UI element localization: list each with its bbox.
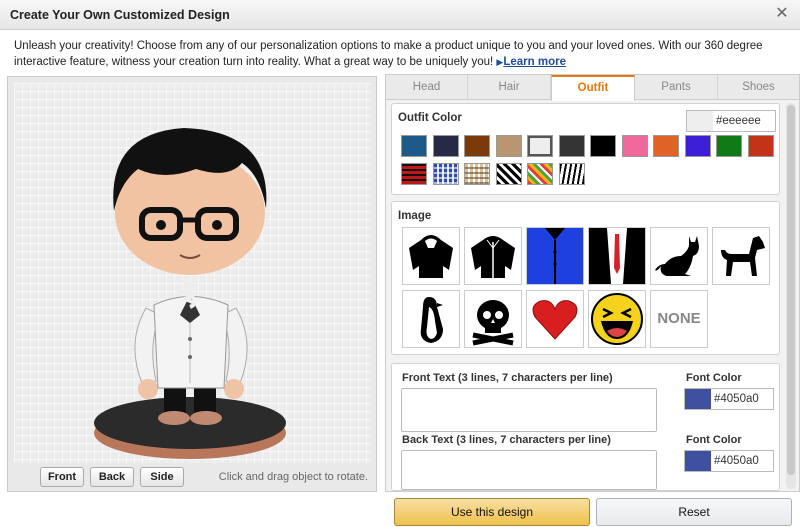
- use-design-button[interactable]: Use this design: [394, 498, 590, 526]
- blue-suit-icon: [527, 228, 583, 284]
- back-font-color-chip: [685, 451, 711, 471]
- front-font-color-label: Font Color: [686, 372, 742, 384]
- category-tabs: Head Hair Outfit Pants Shoes: [386, 75, 799, 101]
- view-toolbar: Front Back Side Click and drag object to…: [8, 465, 376, 491]
- color-swatch[interactable]: [653, 135, 679, 157]
- text-section: Front Text (3 lines, 7 characters per li…: [391, 363, 780, 491]
- dog-option[interactable]: [712, 227, 770, 285]
- bobblehead-figure: [94, 128, 286, 459]
- tuxedo-option[interactable]: [588, 227, 646, 285]
- intro-description: Unleash your creativity! Choose from any…: [14, 40, 763, 68]
- front-font-color-chip: [685, 389, 711, 409]
- laughing-face-option[interactable]: [588, 290, 646, 348]
- outfit-color-chip: [687, 111, 713, 131]
- front-view-button[interactable]: Front: [40, 467, 84, 487]
- preview-panel: Front Back Side Click and drag object to…: [7, 76, 377, 492]
- back-text-input[interactable]: [401, 450, 657, 490]
- color-swatch[interactable]: [747, 135, 774, 157]
- panel-scrollbar[interactable]: [786, 103, 796, 489]
- front-text-label: Front Text (3 lines, 7 characters per li…: [402, 372, 613, 384]
- penguin-icon: [420, 297, 443, 343]
- color-swatch[interactable]: [527, 135, 553, 157]
- jacket-icon: [471, 236, 515, 278]
- outfit-color-hex: #eeeeee: [716, 115, 761, 127]
- cat-icon: [655, 236, 699, 276]
- cat-option[interactable]: [650, 227, 708, 285]
- scrollbar-thumb[interactable]: [787, 105, 795, 475]
- side-view-button[interactable]: Side: [140, 467, 184, 487]
- outfit-color-value[interactable]: #eeeeee: [686, 110, 776, 132]
- reset-button[interactable]: Reset: [596, 498, 792, 526]
- blue-suit-option[interactable]: [526, 227, 584, 285]
- front-text-input[interactable]: [401, 388, 657, 432]
- heart-option[interactable]: [526, 290, 584, 348]
- front-font-color-value[interactable]: #4050a0: [684, 388, 774, 410]
- outfit-color-section: Outfit Color #eeeeee: [391, 103, 780, 195]
- stripes-rainbow-swatch[interactable]: [527, 163, 553, 185]
- laughing-face-icon: [591, 293, 643, 345]
- heart-icon: [532, 300, 578, 340]
- back-font-color-label: Font Color: [686, 434, 742, 446]
- back-view-button[interactable]: Back: [90, 467, 134, 487]
- skull-crossbones-icon: [472, 300, 514, 346]
- skull-option[interactable]: [464, 290, 522, 348]
- plaid-tan-swatch[interactable]: [464, 163, 490, 185]
- 3d-figure-viewer[interactable]: [14, 83, 371, 463]
- color-swatch[interactable]: [464, 135, 490, 157]
- tab-shoes[interactable]: Shoes: [718, 75, 799, 100]
- front-font-color-hex: #4050a0: [714, 393, 759, 405]
- rotate-hint: Click and drag object to rotate.: [218, 471, 368, 483]
- dialog-titlebar: Create Your Own Customized Design ✕: [0, 0, 800, 30]
- back-text-label: Back Text (3 lines, 7 characters per lin…: [402, 434, 611, 446]
- color-swatch[interactable]: [495, 135, 522, 157]
- hoodie-icon: [409, 235, 453, 278]
- close-icon[interactable]: ✕: [772, 4, 792, 24]
- color-swatch[interactable]: [590, 135, 616, 157]
- houndstooth-swatch[interactable]: [495, 163, 522, 185]
- dialog-title: Create Your Own Customized Design: [10, 8, 230, 22]
- color-swatch[interactable]: [716, 135, 742, 157]
- back-font-color-hex: #4050a0: [714, 455, 759, 467]
- outfit-color-heading: Outfit Color: [398, 112, 462, 124]
- plaid-red-swatch[interactable]: [401, 163, 427, 185]
- penguin-option[interactable]: [402, 290, 460, 348]
- customization-panel: Head Hair Outfit Pants Shoes Outfit Colo…: [385, 74, 800, 492]
- intro-text: Unleash your creativity! Choose from any…: [14, 38, 784, 70]
- color-swatch[interactable]: [432, 135, 459, 157]
- tab-head[interactable]: Head: [386, 75, 468, 100]
- plaid-blue-swatch[interactable]: [432, 163, 459, 185]
- back-font-color-value[interactable]: #4050a0: [684, 450, 774, 472]
- image-section: Image NONE: [391, 201, 780, 355]
- color-swatch[interactable]: [558, 135, 585, 157]
- zebra-swatch[interactable]: [558, 163, 585, 185]
- tab-outfit[interactable]: Outfit: [551, 75, 635, 101]
- image-heading: Image: [398, 210, 432, 222]
- dog-icon: [721, 236, 765, 276]
- color-swatch[interactable]: [621, 135, 648, 157]
- tuxedo-icon: [589, 228, 645, 284]
- learn-more-link[interactable]: Learn more: [503, 56, 566, 68]
- none-option[interactable]: NONE: [650, 290, 708, 348]
- tab-pants[interactable]: Pants: [635, 75, 718, 100]
- tab-hair[interactable]: Hair: [468, 75, 551, 100]
- jacket-option[interactable]: [464, 227, 522, 285]
- hoodie-option[interactable]: [402, 227, 460, 285]
- color-swatch[interactable]: [684, 135, 711, 157]
- none-option-label: NONE: [657, 310, 701, 327]
- color-swatch[interactable]: [401, 135, 427, 157]
